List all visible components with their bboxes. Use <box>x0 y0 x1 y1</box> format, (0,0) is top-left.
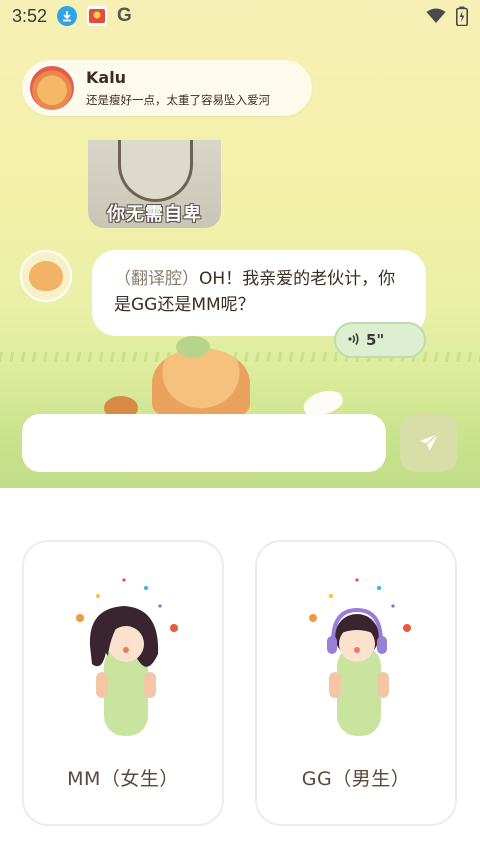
hamster-avatar-face <box>29 261 63 291</box>
message-notification[interactable]: Kalu 还是瘦好一点，太重了容易坠入爱河 <box>22 60 312 116</box>
pig-sticker-drawing <box>118 140 193 202</box>
chat-input[interactable] <box>22 414 386 472</box>
sticker-caption: 你无需自卑 <box>107 204 202 225</box>
sound-wave-icon <box>348 332 360 349</box>
download-icon <box>57 6 78 26</box>
google-g-icon: G <box>117 5 132 26</box>
kalu-avatar <box>28 64 76 112</box>
hamster-illustration <box>152 348 250 418</box>
option-label-gg: GG（男生） <box>301 768 411 790</box>
voice-duration: 5" <box>366 331 385 349</box>
battery-icon <box>456 6 468 26</box>
app-notification-icon <box>87 6 108 26</box>
leaf-illustration <box>176 336 210 358</box>
option-label-mm: MM（女生） <box>67 768 179 790</box>
voice-message-button[interactable]: 5" <box>334 322 426 358</box>
sticker-image[interactable]: 你无需自卑 <box>88 140 221 228</box>
status-time: 3:52 <box>12 5 48 26</box>
status-right-icons <box>426 6 468 26</box>
status-bar: 3:52 G <box>0 0 480 32</box>
wifi-icon <box>426 8 446 23</box>
hamster-avatar[interactable] <box>20 250 72 302</box>
chat-message-prefix: （翻译腔） <box>114 269 199 289</box>
option-card-gg[interactable]: GG（男生） <box>255 540 457 826</box>
boy-figure-icon <box>309 578 411 736</box>
notification-message: 还是瘦好一点，太重了容易坠入爱河 <box>86 93 270 107</box>
send-icon <box>420 433 439 451</box>
send-button[interactable] <box>400 414 458 472</box>
girl-figure-icon <box>76 578 178 736</box>
notification-sender: Kalu <box>86 68 127 87</box>
option-card-mm[interactable]: MM（女生） <box>22 540 224 826</box>
